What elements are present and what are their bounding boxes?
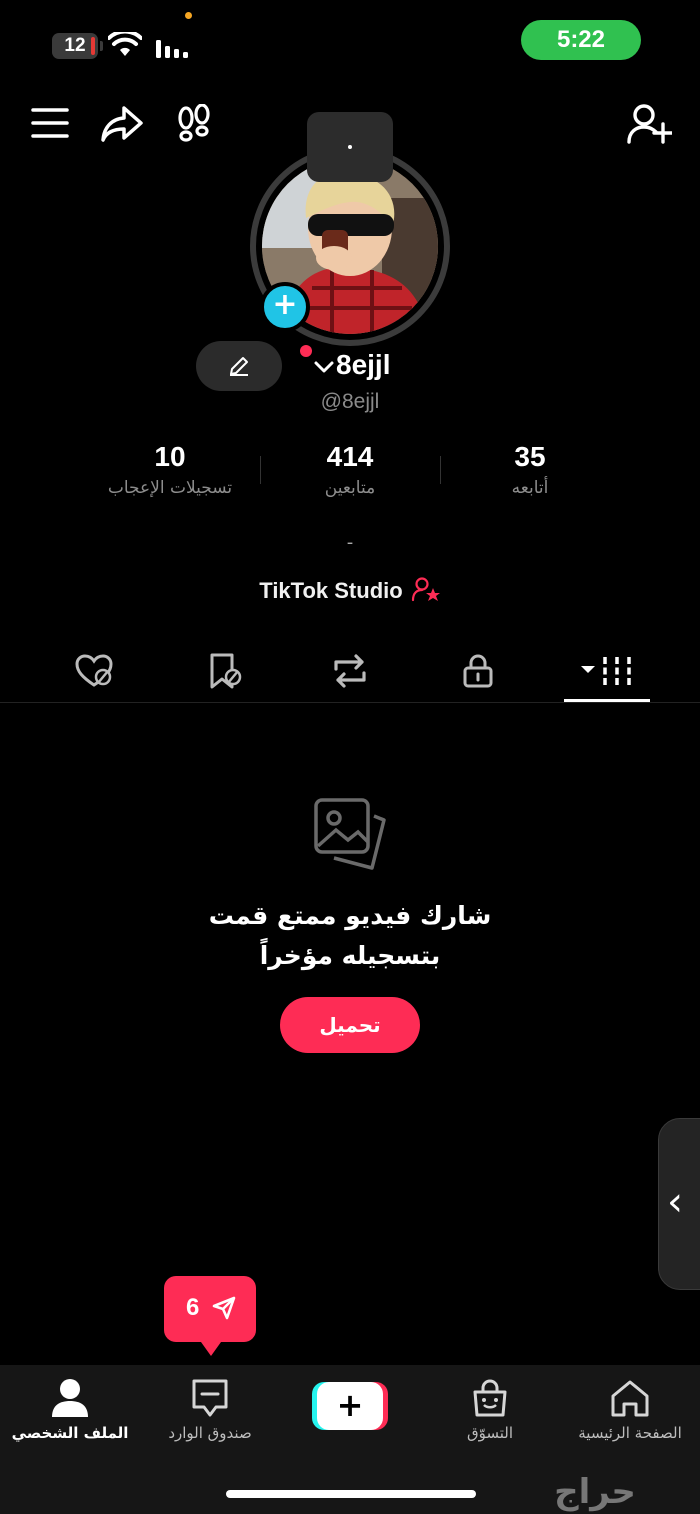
chevron-down-icon	[314, 361, 334, 373]
tab-private[interactable]	[418, 644, 538, 702]
camera-notch-overlay	[307, 112, 393, 182]
stat-likes[interactable]: 10 تسجيلات الإعجاب	[70, 440, 270, 502]
wifi-icon	[108, 32, 142, 58]
nav-home[interactable]: الصفحة الرئيسية	[560, 1376, 700, 1442]
account-switcher[interactable]: 8ejjl	[314, 345, 390, 385]
notification-dot	[300, 345, 312, 357]
username: 8ejjl	[336, 349, 391, 380]
tab-reposts[interactable]	[290, 644, 410, 702]
menu-icon[interactable]	[30, 106, 70, 140]
shopping-bag-icon	[420, 1376, 560, 1420]
stat-following[interactable]: 35 أتابعه	[430, 440, 630, 502]
home-indicator[interactable]	[226, 1490, 476, 1498]
battery-level: 12	[64, 35, 86, 56]
pencil-icon	[227, 354, 251, 378]
nav-inbox-label: صندوق الوارد	[168, 1424, 252, 1442]
stat-following-label: أتابعه	[511, 478, 549, 498]
stat-following-value: 35	[514, 441, 546, 472]
nav-inbox[interactable]: صندوق الوارد	[140, 1376, 280, 1442]
create-button[interactable]: +	[312, 1382, 388, 1430]
grid-dropdown-icon	[579, 654, 635, 692]
lock-icon	[461, 653, 495, 693]
profile-person-icon	[0, 1376, 140, 1420]
empty-state-line-2: بتسجيله مؤخراً	[259, 941, 441, 970]
tab-videos[interactable]	[547, 644, 667, 702]
nav-shop[interactable]: التسوّق	[420, 1376, 560, 1442]
stat-followers[interactable]: 414 متابعين	[250, 440, 450, 502]
nav-home-label: الصفحة الرئيسية	[578, 1424, 682, 1442]
user-handle: @8ejjl	[320, 390, 380, 413]
heart-hidden-icon	[74, 653, 114, 693]
tiktok-studio-link[interactable]: TikTok Studio	[0, 576, 700, 608]
side-panel-handle[interactable]: ‹	[658, 1118, 700, 1290]
nav-profile[interactable]: الملف الشخصي	[0, 1376, 140, 1442]
nav-shop-label: التسوّق	[466, 1424, 514, 1442]
battery-indicator: 12	[52, 33, 103, 59]
add-story-plus-icon[interactable]: +	[260, 282, 310, 332]
tabs-divider	[0, 702, 700, 703]
upload-button[interactable]: تحميل	[280, 997, 420, 1053]
signal-icon	[156, 38, 190, 60]
status-time[interactable]: 5:22	[521, 20, 641, 60]
add-friend-icon[interactable]	[626, 102, 672, 146]
edit-profile-button[interactable]	[196, 341, 282, 391]
footprints-icon[interactable]	[174, 104, 214, 144]
tab-liked[interactable]	[34, 644, 154, 702]
photo-gallery-icon	[312, 796, 390, 872]
chevron-left-icon: ‹	[667, 1179, 683, 1225]
empty-state-line-1: شارك فيديو ممتع قمت	[208, 901, 492, 930]
stat-followers-label: متابعين	[324, 478, 376, 498]
repost-icon	[330, 653, 370, 693]
nav-profile-label: الملف الشخصي	[11, 1424, 129, 1442]
send-icon	[212, 1296, 236, 1324]
inbox-notification-bubble[interactable]: 6	[164, 1276, 256, 1356]
bio-text: -	[346, 532, 354, 553]
stat-followers-value: 414	[326, 441, 374, 472]
empty-state-message: شارك فيديو ممتع قمت بتسجيله مؤخراً	[0, 896, 700, 976]
tab-favorites[interactable]	[164, 644, 284, 702]
inbox-count: 6	[186, 1294, 200, 1321]
creator-star-icon	[411, 576, 441, 608]
bookmark-hidden-icon	[204, 652, 244, 694]
home-icon	[560, 1376, 700, 1420]
stat-likes-value: 10	[154, 441, 186, 472]
privacy-indicator-dot	[185, 12, 192, 19]
haraj-watermark: حراج	[554, 1472, 636, 1512]
create-plus-icon: +	[317, 1382, 383, 1430]
tiktok-studio-label: TikTok Studio	[259, 577, 403, 603]
stat-likes-label: تسجيلات الإعجاب	[107, 478, 233, 498]
share-icon[interactable]	[100, 104, 144, 144]
inbox-icon	[140, 1376, 280, 1420]
